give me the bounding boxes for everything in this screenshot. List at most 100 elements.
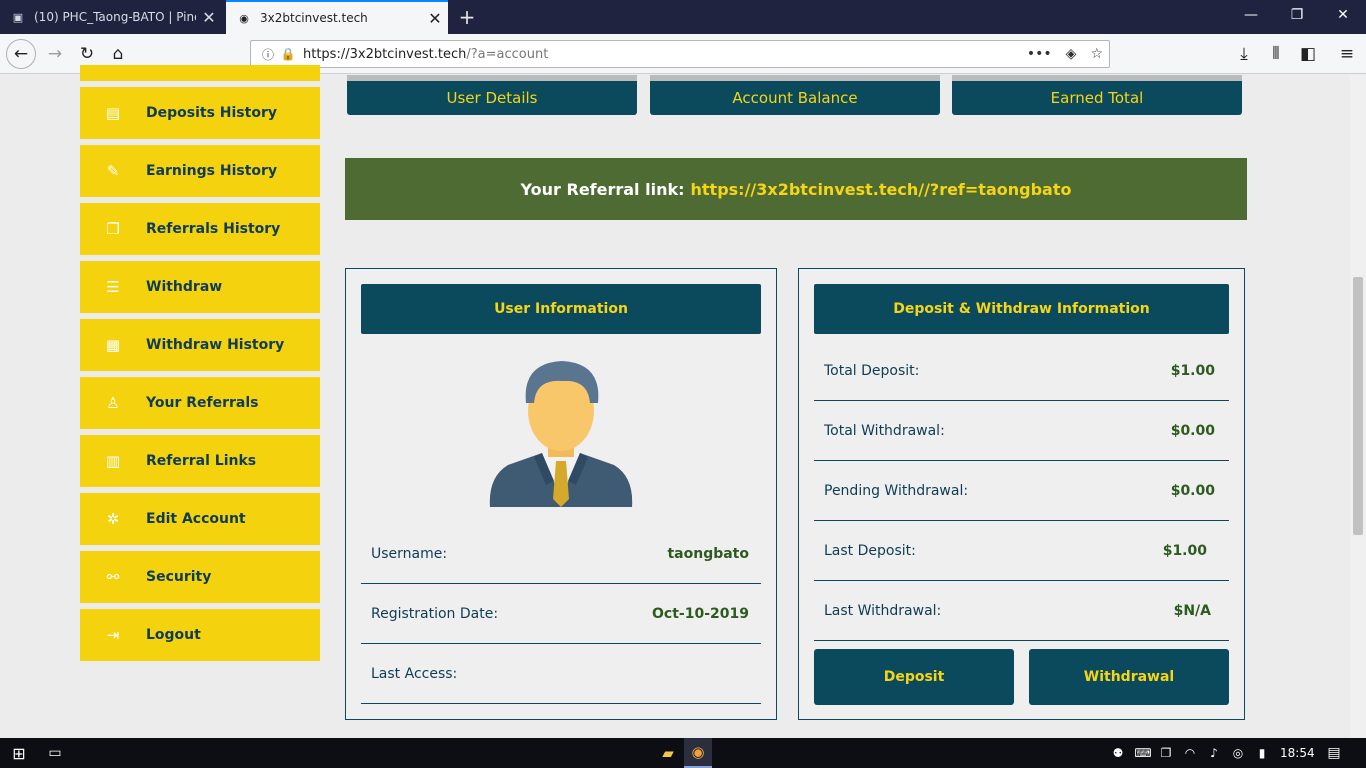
- close-icon[interactable]: ✕: [422, 9, 448, 28]
- windows-taskbar: ⊞ ▭ ▰ ◉ ⚉ ⌨ ❐ ◠ ♪ ◎ ▮ 18:54 ▤: [0, 738, 1366, 768]
- tab-phc-taong-bato[interactable]: ▣ (10) PHC_Taong-BATO | Pinoy H ✕: [0, 0, 222, 34]
- sidebar-item-label: Withdraw History: [146, 337, 285, 353]
- user-information-header: User Information: [361, 284, 761, 334]
- edit-icon: ✎: [106, 162, 120, 180]
- total-withdrawal-label: Total Withdrawal:: [824, 422, 945, 439]
- user-icon: ♙: [106, 394, 120, 412]
- app-tray-icon[interactable]: ◎: [1228, 738, 1248, 768]
- sidebar-item-edit-account[interactable]: ✲ Edit Account: [80, 493, 320, 545]
- sidebar-item-withdraw[interactable]: ☰ Withdraw: [80, 261, 320, 313]
- last-withdrawal-value: $N/A: [1173, 602, 1211, 619]
- last-deposit-value: $1.00: [1162, 542, 1207, 559]
- sidebar-item-your-referrals[interactable]: ♙ Your Referrals: [80, 377, 320, 429]
- library-icon[interactable]: ⫴: [1261, 39, 1291, 69]
- last-access-label: Last Access:: [371, 665, 458, 682]
- last-deposit-label: Last Deposit:: [824, 542, 916, 559]
- firefox-taskbar-icon[interactable]: ◉: [684, 738, 712, 768]
- back-icon[interactable]: ←: [6, 39, 36, 69]
- sidebar-item-label: Referral Links: [146, 453, 257, 469]
- task-view-icon[interactable]: ▭: [40, 738, 70, 768]
- notifications-icon[interactable]: ▤: [1320, 738, 1348, 768]
- tab-title: 3x2btcinvest.tech: [260, 11, 368, 25]
- volume-icon[interactable]: ♪: [1204, 738, 1224, 768]
- url-bar[interactable]: ⓘ 🔒 https://3x2btcinvest.tech/?a=account…: [250, 40, 1110, 68]
- withdrawal-button[interactable]: Withdrawal: [1029, 649, 1229, 705]
- sidebar-item-logout[interactable]: ⇥ Logout: [80, 609, 320, 661]
- info-icon[interactable]: ⓘ: [257, 46, 279, 63]
- sidebar-item-referrals-history[interactable]: ❐ Referrals History: [80, 203, 320, 255]
- minimize-icon[interactable]: —: [1228, 0, 1274, 30]
- total-withdrawal-row: Total Withdrawal: $0.00: [814, 401, 1229, 461]
- battery-icon[interactable]: ▮: [1252, 738, 1272, 768]
- pocket-icon[interactable]: ◈: [1066, 46, 1077, 62]
- deposit-button[interactable]: Deposit: [814, 649, 1014, 705]
- username-value: taongbato: [667, 545, 749, 562]
- tab-3x2btcinvest[interactable]: ◉ 3x2btcinvest.tech ✕: [226, 0, 448, 34]
- gear-icon: ✲: [106, 510, 120, 528]
- user-details-button[interactable]: User Details: [347, 75, 637, 115]
- total-withdrawal-value: $0.00: [1170, 422, 1215, 439]
- more-actions-icon[interactable]: •••: [1027, 46, 1052, 62]
- facebook-favicon-icon: ▣: [12, 10, 24, 24]
- sidebar-item-partial[interactable]: [80, 65, 320, 81]
- copy-tray-icon[interactable]: ❐: [1156, 738, 1176, 768]
- user-information-panel: User Information Username: taongbato Reg…: [345, 268, 777, 720]
- sidebar-item-label: Security: [146, 569, 212, 585]
- scrollbar-thumb[interactable]: [1353, 277, 1363, 535]
- windows-start-icon[interactable]: ⊞: [0, 738, 38, 768]
- file-explorer-icon[interactable]: ▰: [654, 738, 682, 768]
- new-tab-icon[interactable]: +: [454, 0, 480, 34]
- pending-withdrawal-row: Pending Withdrawal: $0.00: [814, 461, 1229, 521]
- sidebar-item-label: Withdraw: [146, 279, 223, 295]
- earned-total-button[interactable]: Earned Total: [952, 75, 1242, 115]
- sidebar-item-label: Logout: [146, 627, 201, 643]
- browser-tab-bar: ▣ (10) PHC_Taong-BATO | Pinoy H ✕ ◉ 3x2b…: [0, 0, 1366, 34]
- registration-date-row: Registration Date: Oct-10-2019: [361, 584, 761, 644]
- wifi-icon[interactable]: ◠: [1180, 738, 1200, 768]
- lock-icon[interactable]: 🔒: [279, 47, 297, 61]
- forward-icon[interactable]: →: [40, 39, 70, 69]
- sidebar-item-label: Deposits History: [146, 105, 277, 121]
- close-icon[interactable]: ✕: [196, 8, 222, 27]
- download-icon[interactable]: ⤓: [1229, 39, 1259, 69]
- total-deposit-label: Total Deposit:: [824, 362, 920, 379]
- grid-list-icon: ▥: [105, 452, 121, 470]
- window-close-icon[interactable]: ✕: [1320, 0, 1366, 30]
- pending-withdrawal-label: Pending Withdrawal:: [824, 482, 969, 499]
- list-icon: ☰: [106, 278, 120, 296]
- username-row: Username: taongbato: [361, 524, 761, 584]
- last-deposit-row: Last Deposit: $1.00: [814, 521, 1229, 581]
- input-method-icon[interactable]: ⌨: [1132, 738, 1154, 768]
- logout-icon: ⇥: [106, 626, 120, 644]
- total-deposit-value: $1.00: [1170, 362, 1215, 379]
- copy-icon: ❐: [106, 220, 120, 238]
- referral-link[interactable]: https://3x2btcinvest.tech//?ref=taongbat…: [691, 180, 1072, 199]
- restore-icon[interactable]: ❐: [1274, 0, 1320, 30]
- sidebar-item-security[interactable]: ⚯ Security: [80, 551, 320, 603]
- sidebar-item-deposits-history[interactable]: ▤ Deposits History: [80, 87, 320, 139]
- taskbar-clock[interactable]: 18:54: [1280, 738, 1315, 768]
- receipt-icon: ▤: [105, 104, 121, 122]
- network-people-icon[interactable]: ⚉: [1108, 738, 1128, 768]
- sidebar-item-withdraw-history[interactable]: ▦ Withdraw History: [80, 319, 320, 371]
- deposit-withdraw-panel: Deposit & Withdraw Information Total Dep…: [798, 268, 1245, 720]
- username-label: Username:: [371, 545, 448, 562]
- sidebar-item-earnings-history[interactable]: ✎ Earnings History: [80, 145, 320, 197]
- account-balance-button[interactable]: Account Balance: [650, 75, 940, 115]
- last-access-row: Last Access:: [361, 644, 761, 704]
- sidebar-item-label: Referrals History: [146, 221, 281, 237]
- sidebar-item-referral-links[interactable]: ▥ Referral Links: [80, 435, 320, 487]
- menu-icon[interactable]: ≡: [1332, 39, 1362, 69]
- registration-date-value: Oct-10-2019: [652, 605, 749, 622]
- calendar-icon: ▦: [105, 336, 121, 354]
- pending-withdrawal-value: $0.00: [1170, 482, 1215, 499]
- last-withdrawal-row: Last Withdrawal: $N/A: [814, 581, 1229, 641]
- sidebar-toggle-icon[interactable]: ◧: [1293, 39, 1323, 69]
- page-scrollbar[interactable]: [1350, 75, 1366, 738]
- bookmark-star-icon[interactable]: ☆: [1090, 46, 1103, 62]
- sidebar-item-label: Earnings History: [146, 163, 278, 179]
- registration-date-label: Registration Date:: [371, 605, 499, 622]
- url-host: https://3x2btcinvest.tech: [303, 46, 467, 62]
- referral-link-bar: Your Referral link: https://3x2btcinvest…: [345, 158, 1247, 220]
- link-icon: ⚯: [106, 568, 120, 586]
